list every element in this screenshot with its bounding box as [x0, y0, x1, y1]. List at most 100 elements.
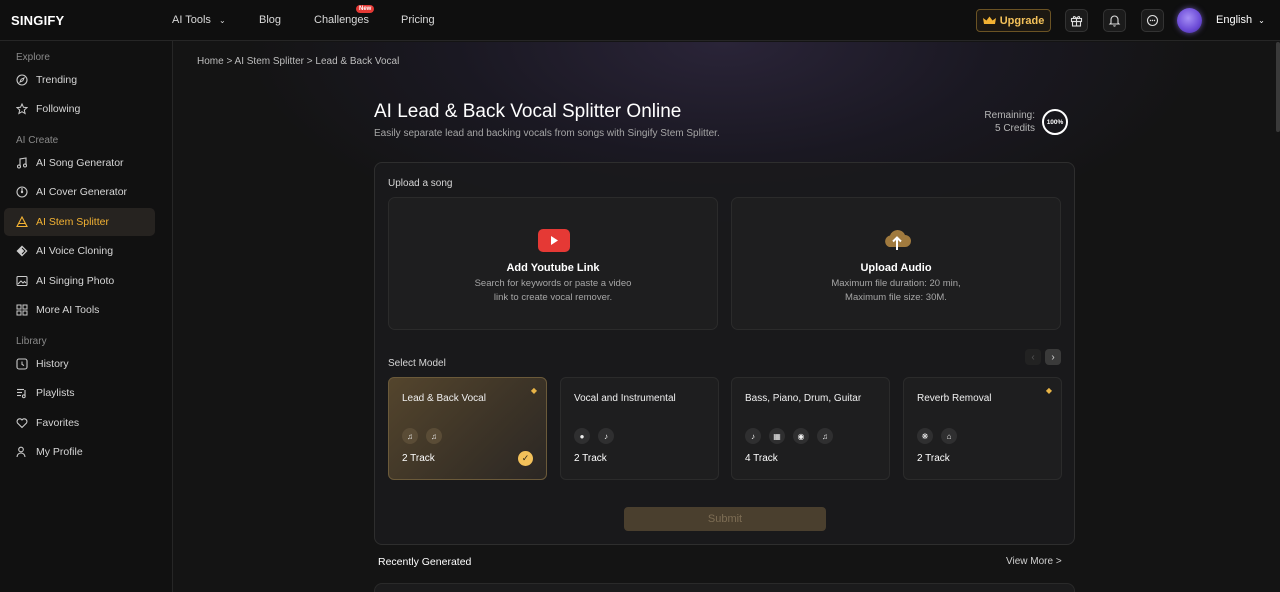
language-label: English [1216, 14, 1253, 26]
upload-audio-box[interactable]: Upload Audio Maximum file duration: 20 m… [731, 197, 1061, 330]
submit-button[interactable]: Submit [624, 507, 826, 531]
upload-desc-line: Maximum file duration: 20 min, [831, 278, 961, 289]
youtube-box-title: Add Youtube Link [506, 262, 600, 274]
sidebar-item-song-generator[interactable]: AI Song Generator [4, 149, 155, 177]
breadcrumb[interactable]: Home > AI Stem Splitter > Lead & Back Vo… [197, 56, 399, 67]
bass-icon: ♪ [745, 428, 761, 444]
bell-icon[interactable] [1103, 9, 1126, 32]
nav-ai-tools-label: AI Tools [172, 14, 211, 26]
section-library: Library [16, 336, 47, 347]
piano-icon: ▦ [769, 428, 785, 444]
guitar-icon: ♫ [817, 428, 833, 444]
nav-ai-tools[interactable]: AI Tools ⌄ [172, 14, 226, 26]
remaining-credits: Remaining: 5 Credits [969, 109, 1035, 135]
sidebar-item-trending[interactable]: Trending [4, 66, 155, 94]
vocal-icon: ● [574, 428, 590, 444]
chevron-right-icon[interactable]: › [1045, 349, 1061, 365]
sidebar-item-label: AI Stem Splitter [36, 216, 109, 228]
nav-pricing[interactable]: Pricing [401, 14, 435, 26]
youtube-desc-line: link to create vocal remover. [493, 292, 613, 303]
crown-icon [982, 16, 996, 24]
upgrade-button[interactable]: Upgrade [976, 9, 1051, 32]
model-icons: ♫ ♫ [402, 428, 442, 444]
upload-box-title: Upload Audio [860, 262, 932, 274]
top-navbar: SINGIFY AI Tools ⌄ Blog Challenges New Pr… [0, 0, 1280, 41]
credits-value: 5 Credits [994, 123, 1035, 134]
youtube-desc-line: Search for keywords or paste a video [474, 278, 632, 289]
model-track-count: 2 Track [402, 453, 435, 464]
model-title: Vocal and Instrumental [574, 393, 676, 404]
model-card-reverb-removal[interactable]: ◆ Reverb Removal ❋ ⌂ 2 Track [903, 377, 1062, 480]
disc-icon [16, 186, 28, 198]
nav-challenges[interactable]: Challenges [314, 14, 369, 26]
sidebar-item-label: Trending [36, 74, 78, 86]
recent-list-container [374, 583, 1075, 592]
instrument-icon: ♪ [598, 428, 614, 444]
model-track-count: 2 Track [574, 453, 607, 464]
chevron-left-icon[interactable]: ‹ [1025, 349, 1041, 365]
model-card-bass-piano-drum-guitar[interactable]: Bass, Piano, Drum, Guitar ♪ ▦ ◉ ♫ 4 Trac… [731, 377, 890, 480]
section-explore: Explore [16, 52, 50, 63]
model-icons: ❋ ⌂ [917, 428, 957, 444]
sidebar-item-label: Playlists [36, 387, 75, 399]
language-select[interactable]: English ⌄ [1216, 14, 1265, 26]
chevron-down-icon: ⌄ [1258, 16, 1265, 25]
upload-desc-line: Maximum file size: 30M. [845, 292, 947, 303]
splitter-card: Upload a song Add Youtube Link Search fo… [374, 162, 1075, 545]
model-title: Reverb Removal [917, 393, 992, 404]
sidebar-item-cover-generator[interactable]: AI Cover Generator [4, 178, 155, 206]
page-subtitle: Easily separate lead and backing vocals … [374, 128, 720, 139]
model-icons: ● ♪ [574, 428, 614, 444]
youtube-icon [538, 229, 570, 252]
gift-icon[interactable] [1065, 9, 1088, 32]
model-card-vocal-instrumental[interactable]: Vocal and Instrumental ● ♪ 2 Track [560, 377, 719, 480]
history-icon [16, 358, 28, 370]
model-track-count: 4 Track [745, 453, 778, 464]
drum-icon: ◉ [793, 428, 809, 444]
grid-icon [16, 304, 28, 316]
room-icon: ⌂ [941, 428, 957, 444]
model-track-count: 2 Track [917, 453, 950, 464]
sidebar-item-history[interactable]: History [4, 350, 155, 378]
message-icon[interactable] [1141, 9, 1164, 32]
model-icons: ♪ ▦ ◉ ♫ [745, 428, 833, 444]
splitter-icon [16, 216, 28, 228]
scrollbar[interactable] [1276, 42, 1280, 132]
credits-ring: 100% [1042, 109, 1068, 135]
section-ai-create: AI Create [16, 135, 59, 146]
youtube-link-box[interactable]: Add Youtube Link Search for keywords or … [388, 197, 718, 330]
view-more-link[interactable]: View More > [1006, 556, 1062, 567]
sidebar-item-following[interactable]: Following [4, 95, 155, 123]
avatar[interactable] [1177, 8, 1202, 33]
sidebar-item-playlists[interactable]: Playlists [4, 379, 155, 407]
select-model-label: Select Model [388, 358, 446, 369]
playlist-icon [16, 387, 28, 399]
sidebar-item-voice-cloning[interactable]: AI Voice Cloning [4, 237, 155, 265]
cloud-upload-icon [885, 230, 911, 250]
sidebar-item-more-tools[interactable]: More AI Tools [4, 296, 155, 324]
gem-icon: ◆ [530, 386, 537, 395]
sidebar-item-label: My Profile [36, 446, 83, 458]
sidebar-item-label: AI Singing Photo [36, 275, 115, 287]
check-icon: ✓ [518, 451, 533, 466]
remaining-label: Remaining: [984, 110, 1035, 121]
chevron-down-icon: ⌄ [218, 16, 226, 25]
model-title: Bass, Piano, Drum, Guitar [745, 393, 862, 404]
nav-blog[interactable]: Blog [259, 14, 281, 26]
music-note-icon [16, 157, 28, 169]
sidebar-item-stem-splitter[interactable]: AI Stem Splitter [4, 208, 155, 236]
user-icon [16, 446, 28, 458]
heart-icon [16, 417, 28, 429]
sidebar-item-label: Following [36, 103, 81, 115]
sidebar-item-favorites[interactable]: Favorites [4, 409, 155, 437]
recently-generated-label: Recently Generated [378, 556, 472, 568]
sidebar-item-label: More AI Tools [36, 304, 100, 316]
logo[interactable]: SINGIFY [11, 13, 64, 28]
sidebar-item-singing-photo[interactable]: AI Singing Photo [4, 267, 155, 295]
star-icon [16, 103, 28, 115]
microphone-icon: ♫ [402, 428, 418, 444]
sidebar-item-label: History [36, 358, 69, 370]
sidebar-item-my-profile[interactable]: My Profile [4, 438, 155, 466]
gem-icon: ◆ [1045, 386, 1052, 395]
model-card-lead-back-vocal[interactable]: ◆ Lead & Back Vocal ♫ ♫ 2 Track ✓ [388, 377, 547, 480]
